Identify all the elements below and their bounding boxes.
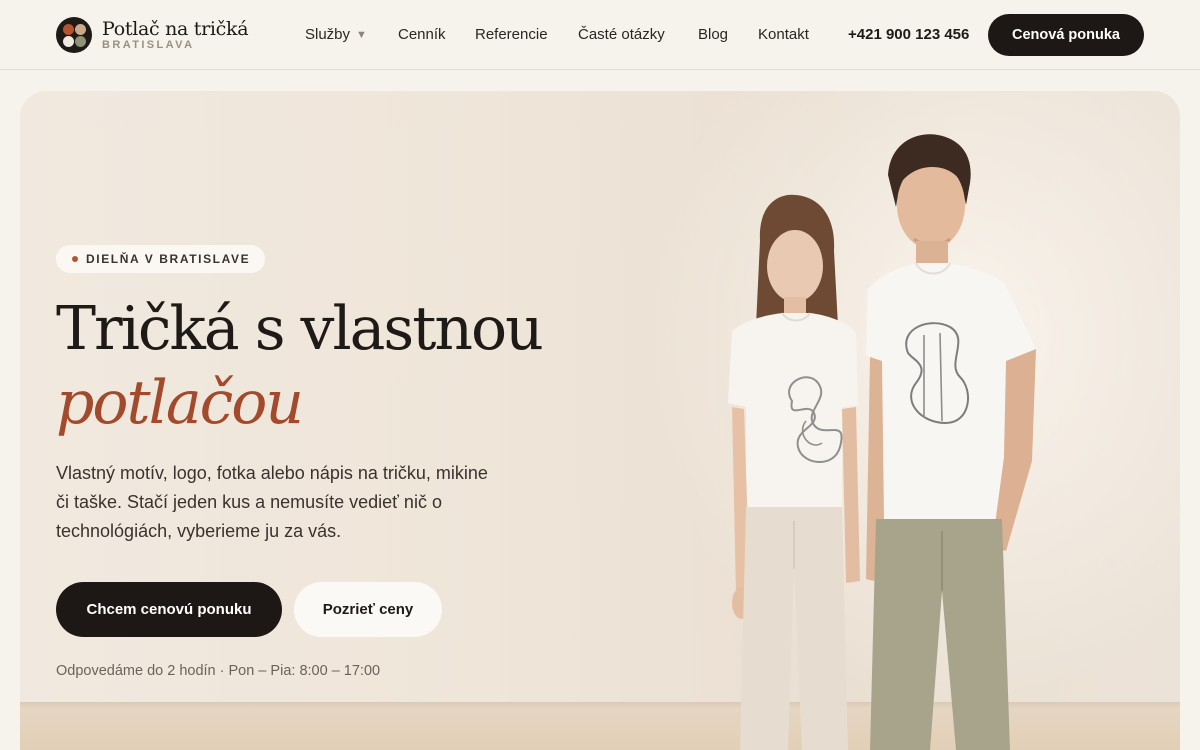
badge-dot-icon (72, 256, 78, 262)
hero-lead: Vlastný motív, logo, fotka alebo nápis n… (56, 463, 488, 541)
nav-item-label: Blog (698, 26, 729, 43)
nav-item-kontakt[interactable]: Kontakt (758, 26, 809, 43)
nav-item-blog[interactable]: Blog (698, 26, 728, 43)
brand-title: Potlač na tričká (102, 17, 249, 40)
hero-title-accent: potlačou (56, 368, 304, 438)
nav-item-caste-otazky[interactable]: Časté otázky (578, 26, 665, 43)
chevron-down-icon: ▼ (356, 29, 367, 41)
couple-in-printed-tshirts-photo (728, 134, 1036, 750)
response-time-note: Odpovedáme do 2 hodín · Pon – Pia: 8:00 … (56, 663, 381, 679)
workshop-badge: DIELŇA V BRATISLAVE (56, 245, 265, 273)
nav-item-label: Cenník (398, 26, 446, 43)
nav-item-label: Služby (305, 26, 351, 43)
site-header: Potlač na tričká BRATISLAVA Služby ▼ Cenn… (0, 0, 1200, 70)
quote-button[interactable]: Cenová ponuka (988, 14, 1144, 56)
request-quote-button[interactable]: Chcem cenovú ponuku (56, 582, 282, 637)
nav-item-referencie[interactable]: Referencie (475, 26, 548, 43)
nav-item-cennik[interactable]: Cenník (398, 26, 446, 43)
nav-item-label: Referencie (475, 26, 548, 43)
phone-link[interactable]: +421 900 123 456 (848, 26, 969, 43)
nav-item-sluzby[interactable]: Služby ▼ (305, 26, 367, 43)
four-dots-logo-icon (56, 17, 92, 53)
view-prices-button[interactable]: Pozrieť ceny (294, 582, 442, 637)
nav-item-label: Kontakt (758, 26, 809, 43)
brand-logo[interactable]: Potlač na tričká BRATISLAVA (56, 17, 249, 53)
nav-item-label: Časté otázky (578, 26, 665, 43)
woman-figure (728, 194, 860, 750)
badge-label: DIELŇA V BRATISLAVE (86, 252, 251, 266)
hero-title: Tričká s vlastnou (56, 294, 544, 364)
brand-subtitle: BRATISLAVA (102, 38, 195, 51)
man-figure (866, 134, 1036, 750)
hero-section: DIELŇA V BRATISLAVE Tričká s vlastnou po… (20, 91, 1180, 750)
